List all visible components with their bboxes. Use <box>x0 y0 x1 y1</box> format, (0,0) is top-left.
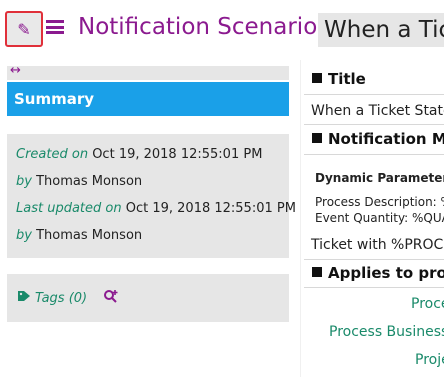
hamburger-menu-icon[interactable] <box>46 20 64 34</box>
updated-date: Oct 19, 2018 12:55:01 PM <box>125 201 296 216</box>
updated-by-row: by Thomas Monson <box>16 225 280 252</box>
message-value: Ticket with %PROCE <box>311 237 444 253</box>
applies-link[interactable]: Proce <box>411 296 444 312</box>
panel-resize-handle[interactable]: ↔ <box>7 63 289 80</box>
by-label: by <box>16 174 32 189</box>
page-header: ✎ Notification Scenarios When a Tick <box>0 0 444 60</box>
created-date: Oct 19, 2018 12:55:01 PM <box>92 147 263 162</box>
section-title-heading: Title <box>312 70 366 88</box>
divider <box>304 259 444 260</box>
record-title: When a Tick <box>318 13 444 47</box>
created-row: Created on Oct 19, 2018 12:55:01 PM <box>16 144 280 171</box>
pencil-icon: ✎ <box>17 19 31 39</box>
square-bullet-icon <box>312 267 322 277</box>
dynamic-parameters-heading: Dynamic Parameters <box>315 171 444 185</box>
tags-icon <box>17 290 31 306</box>
page-title: Notification Scenarios <box>78 14 330 40</box>
add-tag-icon[interactable] <box>103 289 119 307</box>
panel-divider <box>300 60 301 377</box>
updated-by-user: Thomas Monson <box>36 228 143 243</box>
title-value: When a Ticket State <box>311 103 444 119</box>
resize-arrows-icon[interactable]: ↔ <box>10 63 21 78</box>
applies-link[interactable]: Process Business I <box>329 324 444 340</box>
divider <box>304 154 444 155</box>
divider <box>304 124 444 125</box>
record-metadata: Created on Oct 19, 2018 12:55:01 PM by T… <box>7 134 296 258</box>
by-label: by <box>16 228 32 243</box>
edit-button[interactable]: ✎ <box>5 11 43 47</box>
updated-row: Last updated on Oct 19, 2018 12:55:01 PM <box>16 198 296 225</box>
square-bullet-icon <box>312 73 322 83</box>
dynamic-param-line: Event Quantity: %QUA <box>315 211 444 225</box>
section-notification-heading: Notification Mes <box>312 130 444 148</box>
created-by-row: by Thomas Monson <box>16 171 280 198</box>
divider <box>304 287 444 288</box>
updated-label: Last updated on <box>16 201 122 216</box>
tags-panel: Tags (0) <box>7 274 289 322</box>
divider <box>304 94 444 95</box>
created-by-user: Thomas Monson <box>36 174 143 189</box>
tags-link[interactable]: Tags (0) <box>35 291 87 306</box>
square-bullet-icon <box>312 133 322 143</box>
applies-link[interactable]: Proje <box>415 352 444 368</box>
dynamic-param-line: Process Description: % <box>315 195 444 209</box>
tab-summary[interactable]: Summary <box>7 82 289 116</box>
created-label: Created on <box>16 147 89 162</box>
section-applies-heading: Applies to proce <box>312 264 444 282</box>
